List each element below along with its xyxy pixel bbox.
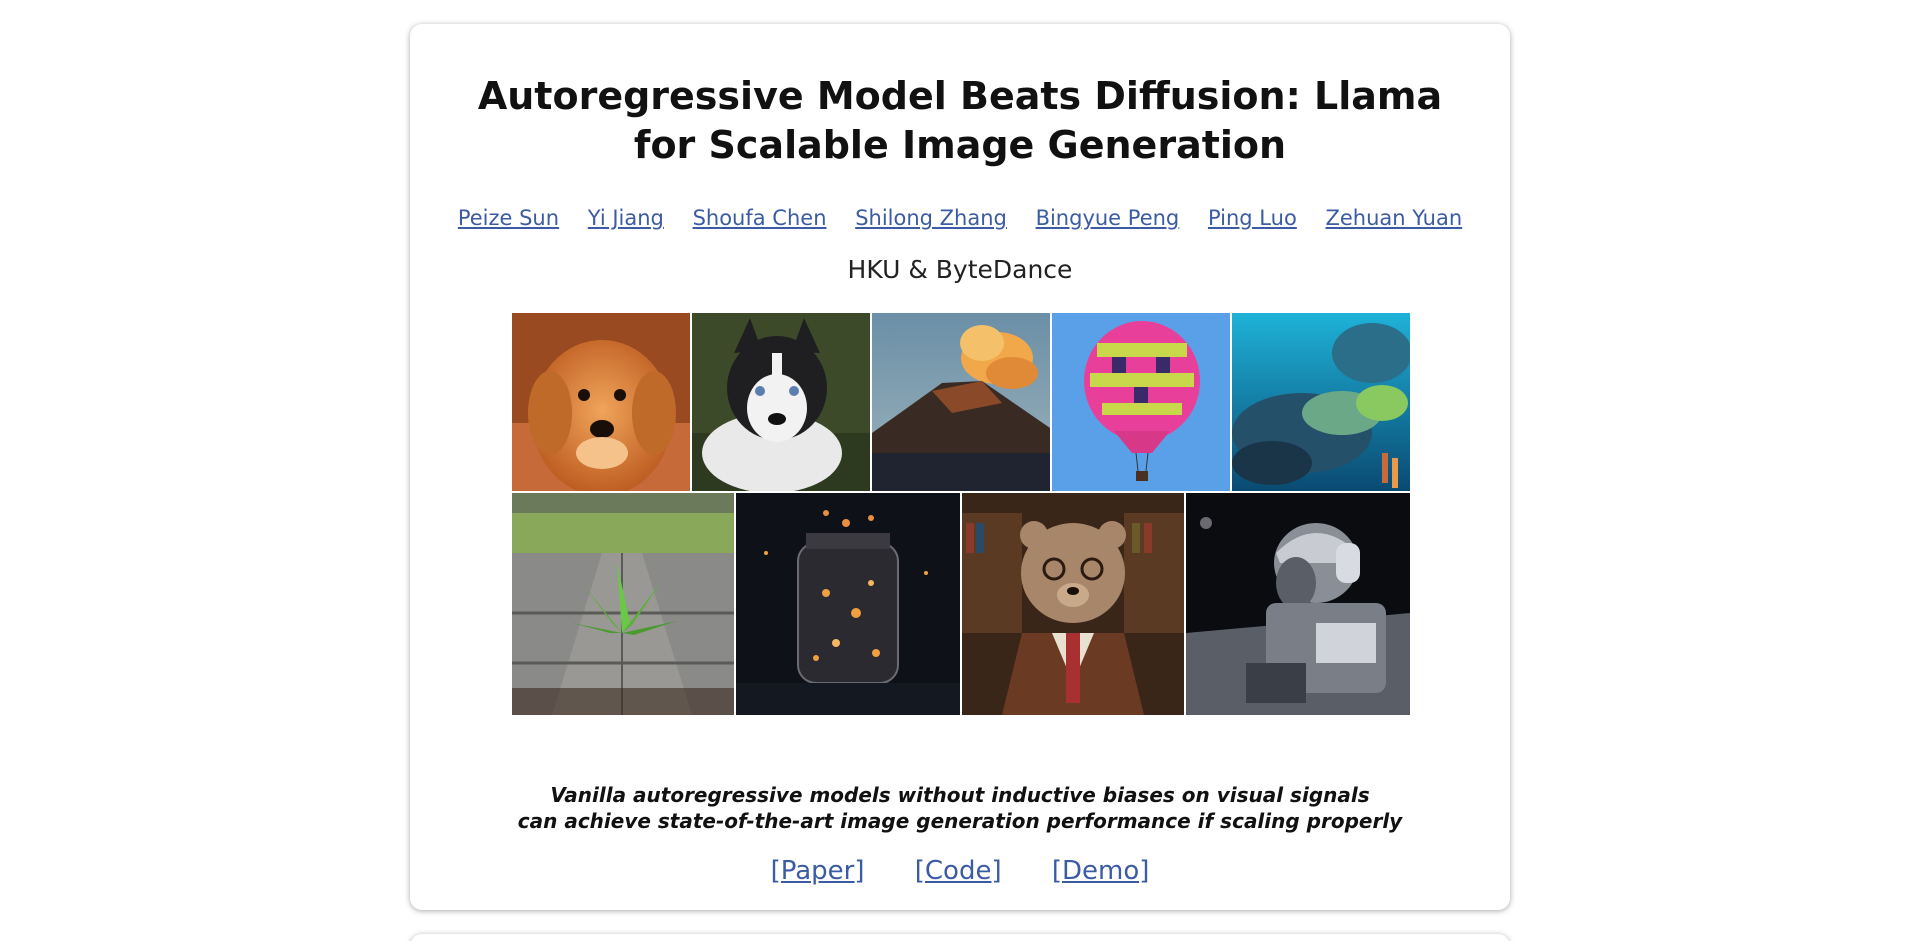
sample-image-grid: [512, 313, 1410, 715]
coral-reef-image: [1232, 313, 1410, 491]
author-link[interactable]: Shoufa Chen: [693, 206, 827, 230]
demo-link[interactable]: [Demo]: [1052, 856, 1150, 886]
plant-in-pavement-image: [512, 493, 734, 715]
astronaut-on-moon-image: [1186, 493, 1410, 715]
author-link[interactable]: Yi Jiang: [588, 206, 664, 230]
paper-link[interactable]: [Paper]: [771, 856, 865, 886]
next-section-card: [410, 934, 1510, 941]
hot-air-balloon-image: [1052, 313, 1230, 491]
author-link[interactable]: Zehuan Yuan: [1325, 206, 1462, 230]
tagline: Vanilla autoregressive models without in…: [410, 782, 1510, 834]
bear-in-library-image: [962, 493, 1184, 715]
code-link[interactable]: [Code]: [915, 856, 1002, 886]
author-link[interactable]: Peize Sun: [458, 206, 559, 230]
tagline-line-1: Vanilla autoregressive models without in…: [550, 783, 1370, 807]
author-list: Peize Sun Yi Jiang Shoufa Chen Shilong Z…: [410, 204, 1510, 232]
author-link[interactable]: Ping Luo: [1208, 206, 1297, 230]
author-link[interactable]: Bingyue Peng: [1036, 206, 1180, 230]
page-title: Autoregressive Model Beats Diffusion: Ll…: [477, 74, 1443, 167]
resource-links: [Paper] [Code] [Demo]: [410, 854, 1510, 888]
volcano-image: [872, 313, 1050, 491]
golden-retriever-puppy-image: [512, 313, 690, 491]
tagline-line-2: can achieve state-of-the-art image gener…: [517, 809, 1403, 833]
project-header-card: Autoregressive Model Beats Diffusion: Ll…: [410, 24, 1510, 910]
affiliation: HKU & ByteDance: [847, 255, 1073, 284]
glowing-jar-image: [736, 493, 960, 715]
author-link[interactable]: Shilong Zhang: [855, 206, 1007, 230]
husky-puppy-image: [692, 313, 870, 491]
page: Autoregressive Model Beats Diffusion: Ll…: [0, 0, 1920, 941]
